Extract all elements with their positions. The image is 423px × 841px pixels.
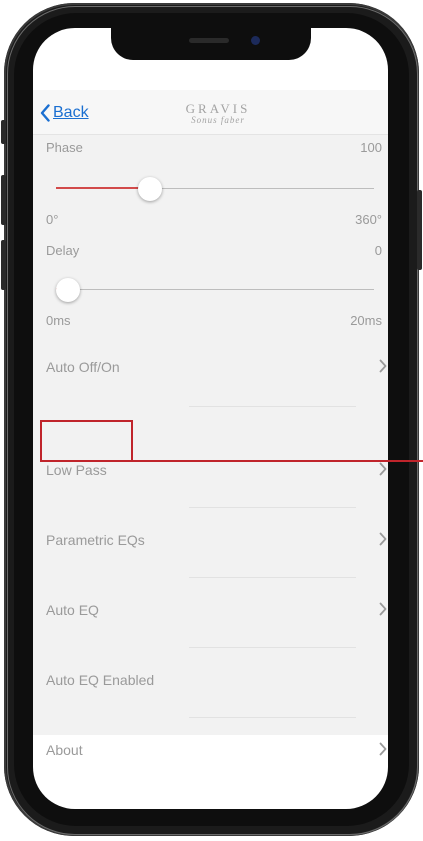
chevron-right-icon (379, 359, 387, 373)
menu-item-label: Auto EQ Enabled (46, 672, 155, 688)
delay-slider-thumb[interactable] (56, 278, 80, 302)
menu-item-auto-off-on[interactable]: Auto Off/On (33, 332, 388, 402)
menu-item-label: Parametric EQs (46, 532, 145, 548)
chevron-right-icon (379, 532, 387, 546)
delay-slider-track (56, 289, 374, 290)
menu-item-parametric-eqs[interactable]: Parametric EQs (33, 505, 388, 575)
front-camera-icon (251, 36, 260, 45)
back-label: Back (53, 104, 89, 121)
phase-slider-thumb[interactable] (138, 177, 163, 201)
menu-item-label: Auto Off/On (46, 359, 120, 375)
logo-subtitle: Sonus faber (191, 115, 245, 125)
menu-item-auto-eq-enabled[interactable]: Auto EQ Enabled (33, 645, 388, 715)
menu-item-label: About (46, 742, 83, 758)
earpiece-speaker (189, 38, 229, 43)
chevron-right-icon (379, 462, 387, 476)
chevron-right-icon (379, 602, 387, 616)
annotation-callout-line (133, 460, 423, 462)
chevron-left-icon (40, 104, 50, 122)
navigation-bar: Back GRAVIS Sonus faber (33, 90, 388, 135)
delay-max-label: 20ms (350, 313, 382, 328)
menu-item-auto-eq[interactable]: Auto EQ (33, 575, 388, 645)
phase-max-label: 360° (355, 212, 382, 227)
menu-item-label: Auto EQ (46, 602, 99, 618)
phase-min-label: 0° (46, 212, 59, 227)
delay-value: 0 (374, 243, 382, 258)
annotation-highlight-box (40, 420, 133, 462)
mute-switch (1, 120, 6, 144)
volume-down-button (1, 240, 6, 290)
brand-logo: GRAVIS Sonus faber (173, 102, 263, 125)
phase-value: 100 (360, 140, 382, 155)
phase-slider-fill (56, 187, 151, 189)
menu-item-about[interactable]: About (33, 715, 388, 785)
phase-label: Phase (46, 140, 83, 155)
row-divider (189, 406, 356, 407)
delay-label: Delay (46, 243, 80, 258)
delay-slider[interactable] (56, 278, 374, 302)
back-button[interactable]: Back (40, 102, 89, 124)
app-screen: Back GRAVIS Sonus faber Phase 100 0° 360… (33, 28, 388, 809)
volume-up-button (1, 175, 6, 225)
power-button (417, 190, 422, 270)
logo-title: GRAVIS (185, 101, 251, 116)
delay-min-label: 0ms (46, 313, 71, 328)
notch (111, 28, 311, 60)
chevron-right-icon (379, 742, 387, 756)
phase-slider[interactable] (56, 177, 374, 201)
